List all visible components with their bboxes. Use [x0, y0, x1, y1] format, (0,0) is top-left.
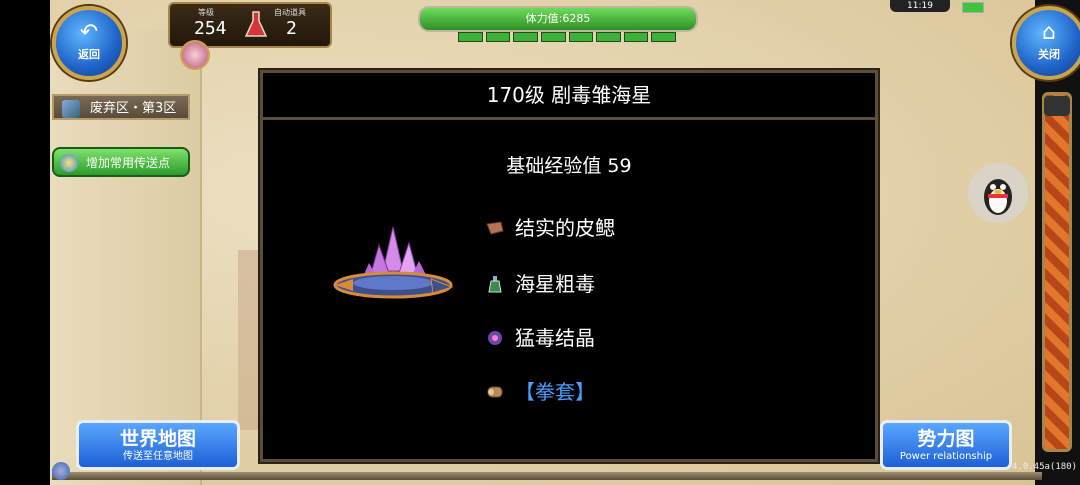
stamina-pip — [651, 32, 676, 42]
network-icon — [52, 462, 70, 480]
zone-label: 废弃区・第3区 — [52, 94, 190, 120]
drop-item[interactable]: 结实的皮鳃 — [486, 213, 615, 243]
zone-icon — [62, 100, 80, 118]
teleport-label: 增加常用传送点 — [86, 156, 171, 170]
battery-icon — [962, 2, 984, 13]
gauge-cap — [1044, 96, 1070, 116]
auto-item-caption: 自动道具 — [274, 8, 306, 17]
close-button[interactable]: ⌂ 关闭 — [1012, 6, 1080, 80]
level-value: 254 — [194, 18, 227, 39]
energy-gauge — [1042, 92, 1072, 452]
monster-title: 170级 剧毒雏海星 — [263, 73, 875, 120]
left-black-strip — [0, 0, 50, 485]
drop-name: 猛毒结晶 — [515, 326, 595, 350]
version-text: 4.0.45a(180) — [1012, 462, 1078, 472]
zone-name: 废弃区・第3区 — [90, 101, 177, 116]
back-button[interactable]: ↶ 返回 — [52, 6, 126, 80]
world-map-button[interactable]: 世界地图 传送至任意地图 — [76, 420, 240, 470]
stamina-pip — [596, 32, 621, 42]
stamina-pip — [623, 32, 649, 42]
faction-label: 势力图 — [917, 428, 975, 450]
potion-icon — [488, 276, 502, 293]
leather-icon — [486, 221, 504, 235]
stamina-pip — [458, 32, 483, 42]
stamina-label: 体力值:6285 — [525, 12, 591, 25]
teleport-icon — [60, 154, 78, 172]
faction-sublabel: Power relationship — [899, 451, 993, 462]
drop-item[interactable]: 【拳套】 — [487, 377, 595, 407]
world-map-label: 世界地图 — [119, 428, 196, 450]
level-caption: 等级 — [198, 8, 214, 17]
close-label: 关闭 — [1038, 48, 1060, 61]
stamina-pips — [458, 32, 676, 42]
world-map-sublabel: 传送至任意地图 — [123, 451, 193, 462]
drop-name: 【拳套】 — [515, 380, 595, 404]
monster-info-dialog: 170级 剧毒雏海星 基础经验值 59 结实的皮鳃 海星粗毒 猛毒结晶 【拳套】 — [260, 70, 878, 462]
home-icon: ⌂ — [1042, 20, 1056, 45]
clock: 11:19 — [890, 0, 950, 12]
back-arrow-icon: ↶ — [79, 20, 99, 45]
base-exp: 基础经验值 59 — [506, 155, 632, 177]
stamina-pip — [485, 32, 511, 42]
auto-item-value: 2 — [286, 18, 297, 39]
add-teleport-button[interactable]: 增加常用传送点 — [52, 147, 190, 177]
drop-name: 海星粗毒 — [515, 272, 595, 296]
drop-item[interactable]: 猛毒结晶 — [488, 323, 595, 353]
flask-icon[interactable] — [244, 10, 268, 40]
stamina-pip — [513, 32, 538, 42]
orb-icon — [488, 331, 502, 345]
gift-icon[interactable] — [180, 40, 210, 70]
faction-map-button[interactable]: 势力图 Power relationship — [880, 420, 1012, 470]
drop-name: 结实的皮鳃 — [515, 216, 615, 240]
starfish-monster-image — [333, 226, 454, 299]
scroll-icon — [487, 386, 503, 398]
bottom-progress-bar — [52, 472, 1042, 480]
back-label: 返回 — [78, 48, 100, 61]
stamina-pip — [568, 32, 594, 42]
penguin-chat-icon[interactable] — [968, 163, 1028, 223]
stamina-bar: 体力值:6285 — [418, 6, 698, 32]
drop-item[interactable]: 海星粗毒 — [488, 269, 595, 299]
stamina-pip — [540, 32, 566, 42]
